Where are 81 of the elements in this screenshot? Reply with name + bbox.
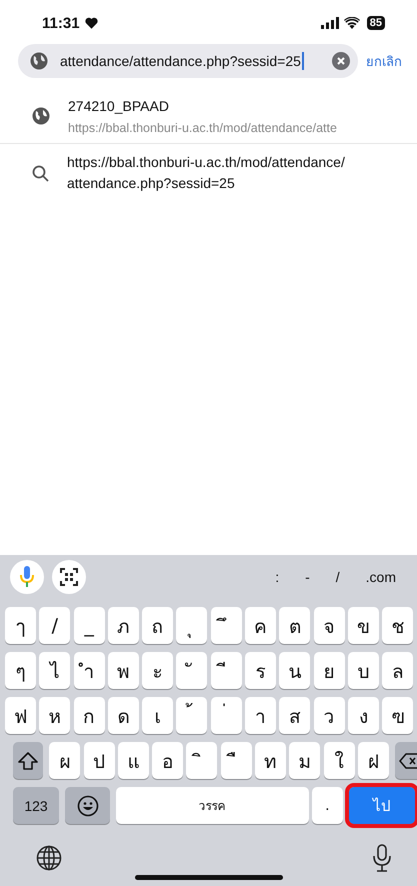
key[interactable]: / bbox=[39, 607, 70, 644]
key[interactable]: ้ bbox=[176, 697, 208, 734]
key[interactable]: ผ bbox=[49, 742, 80, 779]
globe-icon bbox=[30, 52, 48, 70]
search-icon bbox=[32, 164, 49, 182]
key[interactable]: ฟ bbox=[5, 697, 36, 734]
suggestion-title[interactable]: 274210_BPAAD bbox=[68, 96, 337, 117]
smiley-icon bbox=[76, 794, 99, 816]
key[interactable]: ช bbox=[382, 607, 414, 644]
key[interactable]: ี bbox=[210, 652, 242, 689]
status-time: 11:31 bbox=[42, 14, 80, 32]
period-key[interactable]: . bbox=[312, 787, 343, 824]
clear-icon[interactable] bbox=[332, 52, 350, 70]
key[interactable]: า bbox=[245, 697, 276, 734]
key[interactable]: ำ bbox=[74, 652, 105, 689]
key[interactable]: น bbox=[279, 652, 310, 689]
key[interactable]: ิ bbox=[186, 742, 218, 779]
key[interactable]: ล bbox=[382, 652, 414, 689]
globe-icon bbox=[32, 106, 50, 124]
shift-key[interactable] bbox=[13, 742, 43, 779]
key[interactable]: ๅ bbox=[5, 607, 36, 644]
backspace-key[interactable] bbox=[395, 742, 417, 779]
cancel-button[interactable]: ยกเลิก bbox=[366, 50, 402, 72]
shortcut-key[interactable]: : bbox=[266, 569, 288, 585]
key[interactable]: ส bbox=[279, 697, 310, 734]
backspace-icon bbox=[399, 752, 417, 768]
address-field[interactable]: attendance/attendance.php?sessid=25 bbox=[18, 44, 358, 78]
url-text: attendance/attendance.php?sessid=25 bbox=[60, 53, 301, 69]
battery-level: 85 bbox=[366, 16, 385, 30]
key[interactable]: ๆ bbox=[5, 652, 36, 689]
key[interactable]: เ bbox=[142, 697, 174, 734]
key[interactable]: ั bbox=[176, 652, 208, 689]
key[interactable]: ื bbox=[220, 742, 252, 779]
suggestion-url: https://bbal.thonburi-u.ac.th/mod/attendance/atte bbox=[68, 121, 337, 135]
suggestion-title[interactable]: https://bbal.thonburi-u.ac.th/mod/attendance/ attendance.php?sessid=25 bbox=[67, 152, 417, 194]
key[interactable]: ง bbox=[348, 697, 379, 734]
key[interactable]: ย bbox=[314, 652, 345, 689]
key[interactable]: ไ bbox=[39, 652, 70, 689]
key[interactable]: ฃ bbox=[382, 697, 414, 734]
key[interactable]: ถ bbox=[142, 607, 174, 644]
key[interactable]: ภ bbox=[108, 607, 139, 644]
scan-icon bbox=[60, 568, 78, 586]
wifi-icon bbox=[344, 17, 360, 29]
key[interactable]: ต bbox=[279, 607, 310, 644]
shortcut-key[interactable]: .com bbox=[356, 569, 405, 585]
key[interactable]: ร bbox=[245, 652, 276, 689]
key[interactable]: ข bbox=[348, 607, 379, 644]
space-key[interactable]: วรรค bbox=[116, 787, 309, 824]
emoji-key[interactable] bbox=[65, 787, 110, 824]
scan-button[interactable] bbox=[52, 560, 86, 594]
key[interactable]: ด bbox=[108, 697, 139, 734]
numbers-key[interactable]: 123 bbox=[13, 787, 59, 824]
key[interactable]: _ bbox=[74, 607, 105, 644]
key[interactable]: ฝ bbox=[358, 742, 389, 779]
shortcut-key[interactable]: / bbox=[326, 569, 349, 585]
key[interactable]: ป bbox=[84, 742, 115, 779]
key[interactable]: ค bbox=[245, 607, 276, 644]
heart-icon bbox=[84, 17, 98, 29]
key[interactable]: ว bbox=[314, 697, 345, 734]
globe-icon[interactable] bbox=[36, 845, 62, 871]
key[interactable]: บ bbox=[348, 652, 379, 689]
signal-icon bbox=[320, 17, 339, 29]
shift-icon bbox=[18, 752, 38, 770]
key[interactable]: ม bbox=[289, 742, 320, 779]
microphone-icon bbox=[20, 566, 34, 588]
key[interactable]: ึ bbox=[210, 607, 242, 644]
key[interactable]: ่ bbox=[210, 697, 242, 734]
microphone-icon[interactable] bbox=[373, 844, 391, 872]
shortcut-key[interactable]: - bbox=[296, 569, 319, 585]
go-key[interactable]: ไป bbox=[349, 787, 416, 824]
key[interactable]: อ bbox=[152, 742, 184, 779]
key[interactable]: แ bbox=[118, 742, 149, 779]
key[interactable]: ใ bbox=[324, 742, 355, 779]
key[interactable]: พ bbox=[108, 652, 139, 689]
microphone-button[interactable] bbox=[10, 560, 44, 594]
key[interactable]: ุ bbox=[176, 607, 208, 644]
key[interactable]: ห bbox=[39, 697, 70, 734]
key[interactable]: ก bbox=[74, 697, 105, 734]
key[interactable]: ะ bbox=[142, 652, 174, 689]
key[interactable]: จ bbox=[314, 607, 345, 644]
key[interactable]: ท bbox=[255, 742, 286, 779]
